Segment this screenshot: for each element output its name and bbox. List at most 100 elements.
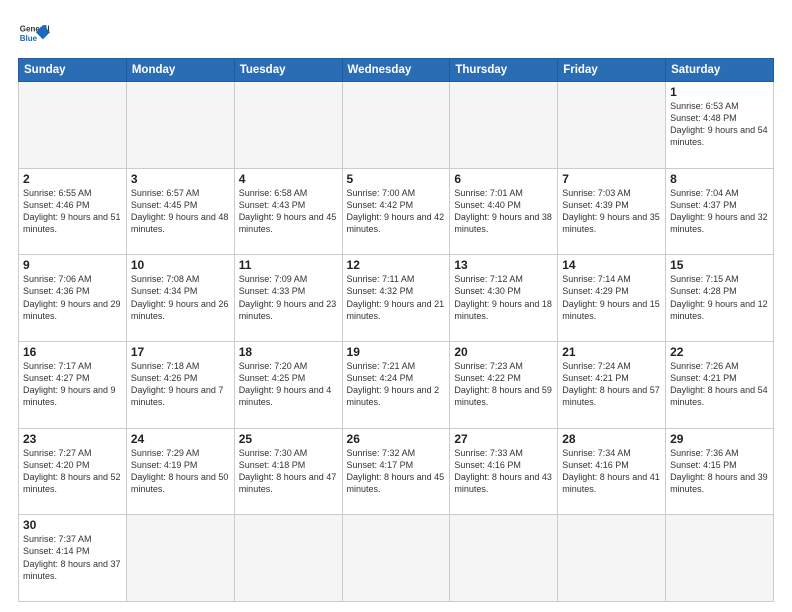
calendar-cell — [342, 515, 450, 602]
day-number: 20 — [454, 345, 553, 359]
day-info: Sunrise: 7:32 AMSunset: 4:17 PMDaylight:… — [347, 447, 446, 496]
day-info: Sunrise: 7:30 AMSunset: 4:18 PMDaylight:… — [239, 447, 338, 496]
day-number: 27 — [454, 432, 553, 446]
weekday-header-monday: Monday — [126, 59, 234, 82]
day-number: 10 — [131, 258, 230, 272]
day-info: Sunrise: 7:18 AMSunset: 4:26 PMDaylight:… — [131, 360, 230, 409]
day-number: 29 — [670, 432, 769, 446]
calendar-cell: 3Sunrise: 6:57 AMSunset: 4:45 PMDaylight… — [126, 168, 234, 255]
calendar-cell: 29Sunrise: 7:36 AMSunset: 4:15 PMDayligh… — [666, 428, 774, 515]
weekday-header-row: SundayMondayTuesdayWednesdayThursdayFrid… — [19, 59, 774, 82]
day-number: 21 — [562, 345, 661, 359]
calendar-week-row: 9Sunrise: 7:06 AMSunset: 4:36 PMDaylight… — [19, 255, 774, 342]
day-info: Sunrise: 7:29 AMSunset: 4:19 PMDaylight:… — [131, 447, 230, 496]
weekday-header-friday: Friday — [558, 59, 666, 82]
calendar-cell — [234, 515, 342, 602]
calendar-cell: 20Sunrise: 7:23 AMSunset: 4:22 PMDayligh… — [450, 341, 558, 428]
calendar-cell: 7Sunrise: 7:03 AMSunset: 4:39 PMDaylight… — [558, 168, 666, 255]
day-info: Sunrise: 6:57 AMSunset: 4:45 PMDaylight:… — [131, 187, 230, 236]
day-number: 8 — [670, 172, 769, 186]
calendar-cell — [558, 82, 666, 169]
calendar-cell: 11Sunrise: 7:09 AMSunset: 4:33 PMDayligh… — [234, 255, 342, 342]
calendar-header: SundayMondayTuesdayWednesdayThursdayFrid… — [19, 59, 774, 82]
calendar-cell: 8Sunrise: 7:04 AMSunset: 4:37 PMDaylight… — [666, 168, 774, 255]
calendar-cell: 10Sunrise: 7:08 AMSunset: 4:34 PMDayligh… — [126, 255, 234, 342]
general-blue-logo-icon: General Blue — [18, 18, 50, 50]
day-info: Sunrise: 7:00 AMSunset: 4:42 PMDaylight:… — [347, 187, 446, 236]
logo: General Blue — [18, 18, 50, 50]
day-number: 19 — [347, 345, 446, 359]
day-number: 14 — [562, 258, 661, 272]
day-number: 22 — [670, 345, 769, 359]
calendar-cell: 15Sunrise: 7:15 AMSunset: 4:28 PMDayligh… — [666, 255, 774, 342]
calendar-cell: 9Sunrise: 7:06 AMSunset: 4:36 PMDaylight… — [19, 255, 127, 342]
day-info: Sunrise: 7:17 AMSunset: 4:27 PMDaylight:… — [23, 360, 122, 409]
day-info: Sunrise: 7:11 AMSunset: 4:32 PMDaylight:… — [347, 273, 446, 322]
day-info: Sunrise: 6:55 AMSunset: 4:46 PMDaylight:… — [23, 187, 122, 236]
day-number: 6 — [454, 172, 553, 186]
page: General Blue SundayMondayTuesdayWednesda… — [0, 0, 792, 612]
day-number: 5 — [347, 172, 446, 186]
day-number: 3 — [131, 172, 230, 186]
day-info: Sunrise: 7:20 AMSunset: 4:25 PMDaylight:… — [239, 360, 338, 409]
calendar-cell: 12Sunrise: 7:11 AMSunset: 4:32 PMDayligh… — [342, 255, 450, 342]
day-number: 18 — [239, 345, 338, 359]
day-number: 26 — [347, 432, 446, 446]
day-number: 16 — [23, 345, 122, 359]
day-info: Sunrise: 7:03 AMSunset: 4:39 PMDaylight:… — [562, 187, 661, 236]
day-number: 17 — [131, 345, 230, 359]
calendar-week-row: 16Sunrise: 7:17 AMSunset: 4:27 PMDayligh… — [19, 341, 774, 428]
calendar-cell: 24Sunrise: 7:29 AMSunset: 4:19 PMDayligh… — [126, 428, 234, 515]
weekday-header-tuesday: Tuesday — [234, 59, 342, 82]
calendar-cell — [558, 515, 666, 602]
day-info: Sunrise: 7:24 AMSunset: 4:21 PMDaylight:… — [562, 360, 661, 409]
calendar-week-row: 2Sunrise: 6:55 AMSunset: 4:46 PMDaylight… — [19, 168, 774, 255]
day-number: 28 — [562, 432, 661, 446]
day-number: 12 — [347, 258, 446, 272]
day-info: Sunrise: 7:27 AMSunset: 4:20 PMDaylight:… — [23, 447, 122, 496]
day-number: 11 — [239, 258, 338, 272]
calendar-cell: 19Sunrise: 7:21 AMSunset: 4:24 PMDayligh… — [342, 341, 450, 428]
day-info: Sunrise: 7:12 AMSunset: 4:30 PMDaylight:… — [454, 273, 553, 322]
day-info: Sunrise: 7:33 AMSunset: 4:16 PMDaylight:… — [454, 447, 553, 496]
day-info: Sunrise: 7:04 AMSunset: 4:37 PMDaylight:… — [670, 187, 769, 236]
day-number: 15 — [670, 258, 769, 272]
calendar-cell: 21Sunrise: 7:24 AMSunset: 4:21 PMDayligh… — [558, 341, 666, 428]
header: General Blue — [18, 18, 774, 50]
calendar-cell: 28Sunrise: 7:34 AMSunset: 4:16 PMDayligh… — [558, 428, 666, 515]
calendar-cell — [342, 82, 450, 169]
day-info: Sunrise: 7:36 AMSunset: 4:15 PMDaylight:… — [670, 447, 769, 496]
day-number: 25 — [239, 432, 338, 446]
calendar-cell — [450, 515, 558, 602]
day-number: 24 — [131, 432, 230, 446]
calendar-cell: 25Sunrise: 7:30 AMSunset: 4:18 PMDayligh… — [234, 428, 342, 515]
day-number: 7 — [562, 172, 661, 186]
calendar-cell: 2Sunrise: 6:55 AMSunset: 4:46 PMDaylight… — [19, 168, 127, 255]
day-info: Sunrise: 6:58 AMSunset: 4:43 PMDaylight:… — [239, 187, 338, 236]
calendar-week-row: 30Sunrise: 7:37 AMSunset: 4:14 PMDayligh… — [19, 515, 774, 602]
day-info: Sunrise: 7:37 AMSunset: 4:14 PMDaylight:… — [23, 533, 122, 582]
day-info: Sunrise: 7:26 AMSunset: 4:21 PMDaylight:… — [670, 360, 769, 409]
calendar-cell: 26Sunrise: 7:32 AMSunset: 4:17 PMDayligh… — [342, 428, 450, 515]
day-number: 9 — [23, 258, 122, 272]
calendar-cell: 23Sunrise: 7:27 AMSunset: 4:20 PMDayligh… — [19, 428, 127, 515]
weekday-header-saturday: Saturday — [666, 59, 774, 82]
calendar-cell: 30Sunrise: 7:37 AMSunset: 4:14 PMDayligh… — [19, 515, 127, 602]
calendar-cell: 18Sunrise: 7:20 AMSunset: 4:25 PMDayligh… — [234, 341, 342, 428]
day-info: Sunrise: 7:23 AMSunset: 4:22 PMDaylight:… — [454, 360, 553, 409]
calendar-cell — [126, 82, 234, 169]
calendar-cell: 13Sunrise: 7:12 AMSunset: 4:30 PMDayligh… — [450, 255, 558, 342]
calendar-table: SundayMondayTuesdayWednesdayThursdayFrid… — [18, 58, 774, 602]
weekday-header-wednesday: Wednesday — [342, 59, 450, 82]
day-info: Sunrise: 7:01 AMSunset: 4:40 PMDaylight:… — [454, 187, 553, 236]
calendar-cell: 4Sunrise: 6:58 AMSunset: 4:43 PMDaylight… — [234, 168, 342, 255]
calendar-cell: 5Sunrise: 7:00 AMSunset: 4:42 PMDaylight… — [342, 168, 450, 255]
calendar-cell — [19, 82, 127, 169]
day-info: Sunrise: 7:21 AMSunset: 4:24 PMDaylight:… — [347, 360, 446, 409]
calendar-week-row: 23Sunrise: 7:27 AMSunset: 4:20 PMDayligh… — [19, 428, 774, 515]
calendar-cell: 27Sunrise: 7:33 AMSunset: 4:16 PMDayligh… — [450, 428, 558, 515]
calendar-cell — [450, 82, 558, 169]
day-info: Sunrise: 7:09 AMSunset: 4:33 PMDaylight:… — [239, 273, 338, 322]
calendar-cell — [126, 515, 234, 602]
calendar-body: 1Sunrise: 6:53 AMSunset: 4:48 PMDaylight… — [19, 82, 774, 602]
